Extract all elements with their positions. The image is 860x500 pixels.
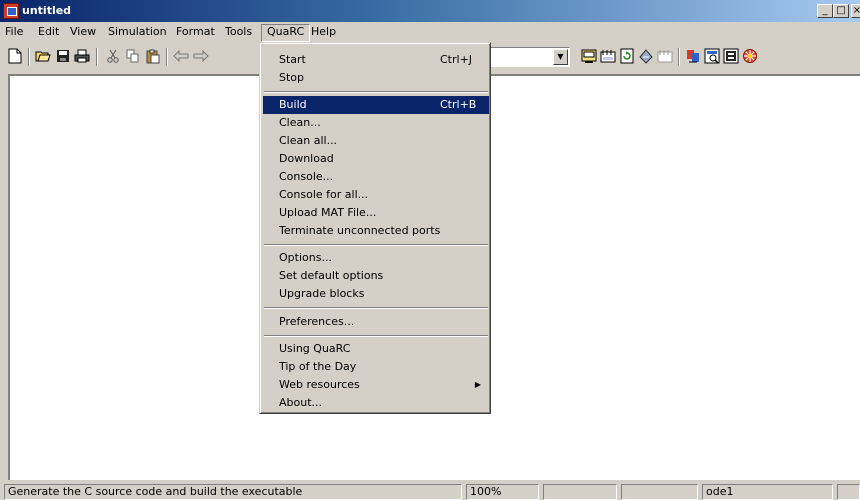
menu-item-label: About... — [279, 396, 323, 409]
paste-icon[interactable] — [144, 47, 162, 65]
forward-icon[interactable] — [192, 47, 210, 65]
debug-icon[interactable] — [637, 47, 655, 65]
menu-item-label: Clean all... — [279, 134, 338, 147]
menu-tools[interactable]: Tools — [220, 24, 257, 40]
menu-file[interactable]: File — [0, 24, 28, 40]
menu-bar: File Edit View Simulation Format Tools Q… — [0, 22, 860, 42]
menu-item-label: Console for all... — [279, 188, 369, 201]
menu-item-terminate-unconnected-ports[interactable]: Terminate unconnected ports — [263, 222, 489, 240]
menu-item-start[interactable]: Start Ctrl+J — [263, 51, 489, 69]
target-icon[interactable] — [684, 47, 702, 65]
menu-separator — [264, 307, 488, 309]
status-cell-3 — [543, 484, 617, 500]
menu-item-upload-mat-file[interactable]: Upload MAT File... — [263, 204, 489, 222]
back-icon[interactable] — [172, 47, 190, 65]
menu-item-label: Options... — [279, 251, 332, 264]
save-icon[interactable] — [54, 47, 72, 65]
browser-icon[interactable] — [722, 47, 740, 65]
toolbar-separator — [166, 48, 168, 66]
status-zoom: 100% — [466, 484, 539, 500]
menu-item-label: Web resources — [279, 378, 360, 391]
menu-item-label: Stop — [279, 71, 305, 84]
print-icon[interactable] — [73, 47, 91, 65]
menu-item-label: Build — [279, 98, 307, 111]
toolbar-separator — [28, 48, 30, 66]
menu-item-options[interactable]: Options... — [263, 249, 489, 267]
model-explorer-icon[interactable] — [656, 47, 674, 65]
status-bar: Generate the C source code and build the… — [0, 482, 860, 500]
menu-item-console[interactable]: Console... — [263, 168, 489, 186]
toolbar-separator — [96, 48, 98, 66]
menu-item-label: Start — [279, 53, 306, 66]
menu-item-label: Tip of the Day — [279, 360, 357, 373]
shortcut-label: Ctrl+B — [440, 98, 477, 111]
menu-item-tip-of-the-day[interactable]: Tip of the Day — [263, 358, 489, 376]
menu-item-label: Upgrade blocks — [279, 287, 365, 300]
cut-icon[interactable] — [104, 47, 122, 65]
menu-item-label: Using QuaRC — [279, 342, 351, 355]
menu-separator — [264, 244, 488, 246]
status-message: Generate the C source code and build the… — [4, 484, 462, 500]
status-resize-grip[interactable] — [837, 484, 860, 500]
menu-item-label: Terminate unconnected ports — [279, 224, 441, 237]
menu-separator — [264, 335, 488, 337]
submenu-arrow-icon: ▶ — [474, 380, 481, 389]
menu-edit[interactable]: Edit — [33, 24, 64, 40]
menu-item-stop[interactable]: Stop — [263, 69, 489, 87]
menu-item-about[interactable]: About... — [263, 394, 489, 412]
menu-item-using-quarc[interactable]: Using QuaRC — [263, 340, 489, 358]
quarc-dropdown-menu: Start Ctrl+J Stop Build Ctrl+B Clean... … — [259, 42, 491, 414]
menu-separator — [264, 91, 488, 93]
menu-simulation[interactable]: Simulation — [103, 24, 172, 40]
build-icon[interactable] — [580, 47, 598, 65]
menu-quarc[interactable]: QuaRC — [261, 24, 311, 42]
status-solver: ode1 — [702, 484, 833, 500]
menu-item-upgrade-blocks[interactable]: Upgrade blocks — [263, 285, 489, 303]
open-icon[interactable] — [34, 47, 52, 65]
menu-format[interactable]: Format — [171, 24, 220, 40]
title-bar[interactable]: untitled _ □ × — [0, 0, 860, 22]
maximize-button[interactable]: □ — [833, 4, 849, 18]
menu-item-console-for-all[interactable]: Console for all... — [263, 186, 489, 204]
simulation-mode-combo[interactable]: ▼ — [487, 47, 570, 67]
menu-item-web-resources[interactable]: Web resources ▶ — [263, 376, 489, 394]
menu-item-label: Preferences... — [279, 315, 355, 328]
run-icon[interactable] — [703, 47, 721, 65]
simulink-app-icon[interactable] — [3, 3, 19, 19]
menu-item-label: Download — [279, 152, 334, 165]
menu-item-clean-all[interactable]: Clean all... — [263, 132, 489, 150]
menu-item-label: Set default options — [279, 269, 384, 282]
minimize-button[interactable]: _ — [817, 4, 833, 18]
menu-item-clean[interactable]: Clean... — [263, 114, 489, 132]
window-title: untitled — [22, 4, 72, 17]
menu-item-set-default-options[interactable]: Set default options — [263, 267, 489, 285]
close-button[interactable]: × — [851, 4, 860, 18]
copy-icon[interactable] — [124, 47, 142, 65]
menu-item-label: Console... — [279, 170, 334, 183]
menu-item-build[interactable]: Build Ctrl+B — [263, 96, 489, 114]
menu-item-label: Upload MAT File... — [279, 206, 377, 219]
chevron-down-icon[interactable]: ▼ — [553, 49, 568, 65]
shortcut-label: Ctrl+J — [440, 53, 473, 66]
toolbar-separator — [678, 48, 680, 66]
new-icon[interactable] — [6, 47, 24, 65]
menu-view[interactable]: View — [65, 24, 101, 40]
menu-item-preferences[interactable]: Preferences... — [263, 313, 489, 331]
menu-item-download[interactable]: Download — [263, 150, 489, 168]
quarc-icon[interactable] — [741, 47, 759, 65]
status-cell-4 — [621, 484, 698, 500]
library-icon[interactable] — [599, 47, 617, 65]
update-icon[interactable] — [618, 47, 636, 65]
menu-item-label: Clean... — [279, 116, 321, 129]
menu-help[interactable]: Help — [306, 24, 341, 40]
